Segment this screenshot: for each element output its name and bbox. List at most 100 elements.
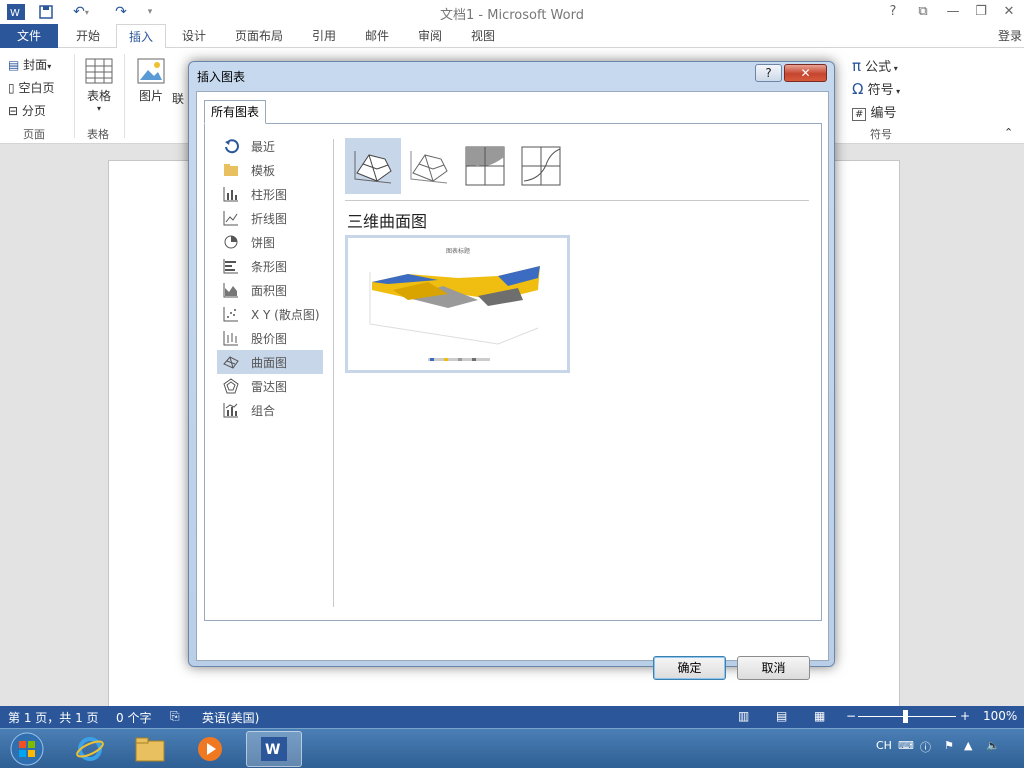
picture-button[interactable]: 图片: [136, 58, 166, 104]
insert-chart-dialog: 插入图表 ? ✕ 所有图表 最近 模板 柱形图 折线图 饼图 条形图 面积图 X…: [188, 61, 835, 680]
number-button[interactable]: # 编号: [852, 102, 897, 121]
omega-icon: Ω: [852, 80, 864, 98]
dialog-help-button[interactable]: ?: [755, 64, 782, 82]
stock-chart-icon: [223, 330, 239, 346]
category-column[interactable]: 柱形图: [217, 182, 323, 206]
print-layout-icon[interactable]: ▤: [776, 709, 787, 723]
tab-design[interactable]: 设计: [172, 24, 216, 48]
collapse-ribbon-icon[interactable]: ⌃: [1004, 126, 1013, 139]
category-label: 折线图: [251, 211, 288, 226]
restore-button[interactable]: ❐: [968, 2, 994, 22]
bar-chart-icon: [223, 258, 239, 274]
proofing-icon[interactable]: ⎘: [170, 709, 180, 724]
taskbar-explorer[interactable]: [122, 731, 178, 767]
title-bar: W ↶ ▾ ↷ ▾ 文档1 - Microsoft Word ? ⧉ — ❐ ✕: [0, 0, 1024, 24]
subtype-contour[interactable]: [457, 138, 513, 194]
online-button-label[interactable]: 联: [172, 90, 184, 107]
category-stock[interactable]: 股价图: [217, 326, 323, 350]
zoom-out-button[interactable]: −: [846, 709, 856, 723]
close-button[interactable]: ✕: [996, 2, 1022, 22]
volume-icon[interactable]: 🔈: [986, 739, 1000, 752]
number-label: 编号: [870, 106, 897, 121]
help-icon[interactable]: ?: [880, 2, 906, 22]
tab-view[interactable]: 视图: [461, 24, 505, 48]
ok-button[interactable]: 确定: [653, 656, 726, 680]
category-area[interactable]: 面积图: [217, 278, 323, 302]
language-indicator[interactable]: 英语(美国): [202, 709, 259, 726]
symbol-label: 符号: [867, 83, 894, 98]
cover-page-icon: ▤: [8, 58, 20, 72]
tab-review[interactable]: 审阅: [408, 24, 452, 48]
category-radar[interactable]: 雷达图: [217, 374, 323, 398]
show-hidden-icons-icon[interactable]: ▲: [964, 739, 972, 752]
action-center-icon[interactable]: ⚑: [944, 739, 954, 752]
folder-icon: [223, 162, 239, 178]
word-count[interactable]: 0 个字: [116, 709, 151, 726]
web-layout-icon[interactable]: ▦: [814, 709, 825, 723]
category-recent[interactable]: 最近: [217, 134, 323, 158]
category-templates[interactable]: 模板: [217, 158, 323, 182]
input-language[interactable]: CH: [876, 739, 892, 752]
table-button[interactable]: 表格 ▾: [84, 58, 114, 113]
keyboard-icon[interactable]: ⌨: [898, 739, 914, 752]
wireframe-contour-icon: [521, 146, 561, 186]
blank-page-icon: ▯: [8, 81, 15, 95]
taskbar: W CH ⌨ ⓘ ⚑ ▲ 🔈: [0, 728, 1024, 768]
chart-preview[interactable]: 图表标题: [345, 235, 570, 373]
status-bar: 第 1 页，共 1 页 0 个字 ⎘ 英语(美国) ▥ ▤ ▦ − + 100%: [0, 706, 1024, 728]
group-label-pages: 页面: [23, 128, 45, 141]
subtype-wireframe-3d-surface[interactable]: [401, 138, 457, 194]
zoom-level[interactable]: 100%: [983, 709, 1017, 723]
minimize-button[interactable]: —: [940, 2, 966, 22]
group-separator: [74, 54, 75, 138]
ribbon-display-options-icon[interactable]: ⧉: [910, 2, 936, 22]
group-label-table: 表格: [87, 128, 109, 141]
dialog-close-button[interactable]: ✕: [784, 64, 827, 82]
wireframe-3d-surface-icon: [410, 151, 448, 184]
page-break-icon: ⊟: [8, 104, 19, 118]
number-icon: #: [852, 108, 867, 121]
scatter-chart-icon: [223, 306, 239, 322]
area-chart-icon: [223, 282, 239, 298]
taskbar-ie[interactable]: [62, 731, 118, 767]
page-break-button[interactable]: ⊟ 分页: [8, 102, 46, 119]
subtype-3d-surface[interactable]: [345, 138, 401, 194]
cancel-button[interactable]: 取消: [737, 656, 810, 680]
tab-page-layout[interactable]: 页面布局: [226, 24, 292, 48]
tab-file[interactable]: 文件: [0, 24, 58, 48]
category-label: 最近: [251, 139, 276, 154]
dialog-body: 所有图表 最近 模板 柱形图 折线图 饼图 条形图 面积图 X Y (散点图) …: [196, 91, 829, 680]
start-button[interactable]: [2, 731, 52, 767]
zoom-in-button[interactable]: +: [960, 709, 970, 723]
category-label: 面积图: [251, 283, 288, 298]
symbol-button[interactable]: Ω 符号 ▾: [852, 79, 900, 98]
tab-mailings[interactable]: 邮件: [355, 24, 399, 48]
contour-icon: [465, 146, 505, 186]
category-scatter[interactable]: X Y (散点图): [217, 302, 323, 326]
category-combo[interactable]: 组合: [217, 398, 323, 422]
subtype-wireframe-contour[interactable]: [513, 138, 569, 194]
category-pie[interactable]: 饼图: [217, 230, 323, 254]
equation-button[interactable]: π 公式 ▾: [852, 56, 898, 75]
login-link[interactable]: 登录: [998, 27, 1022, 44]
help-tray-icon[interactable]: ⓘ: [920, 739, 931, 755]
tab-references[interactable]: 引用: [302, 24, 346, 48]
taskbar-media-player[interactable]: [182, 731, 238, 767]
category-label: 模板: [251, 163, 276, 178]
cover-page-button[interactable]: ▤ 封面▾: [8, 56, 51, 73]
category-line[interactable]: 折线图: [217, 206, 323, 230]
category-label: 雷达图: [251, 379, 288, 394]
read-mode-icon[interactable]: ▥: [738, 709, 749, 723]
tab-home[interactable]: 开始: [66, 24, 110, 48]
taskbar-word[interactable]: W: [246, 731, 302, 767]
category-label: X Y (散点图): [251, 307, 320, 322]
word-icon: W: [261, 737, 287, 761]
page-count[interactable]: 第 1 页，共 1 页: [8, 709, 99, 726]
blank-page-button[interactable]: ▯ 空白页: [8, 79, 54, 96]
tab-insert[interactable]: 插入: [116, 24, 166, 49]
category-surface[interactable]: 曲面图: [217, 350, 323, 374]
category-bar[interactable]: 条形图: [217, 254, 323, 278]
zoom-slider-thumb[interactable]: [903, 710, 908, 723]
tab-all-charts[interactable]: 所有图表: [204, 100, 267, 124]
ribbon-tabs: 文件 开始 插入 设计 页面布局 引用 邮件 审阅 视图 登录: [0, 24, 1024, 49]
